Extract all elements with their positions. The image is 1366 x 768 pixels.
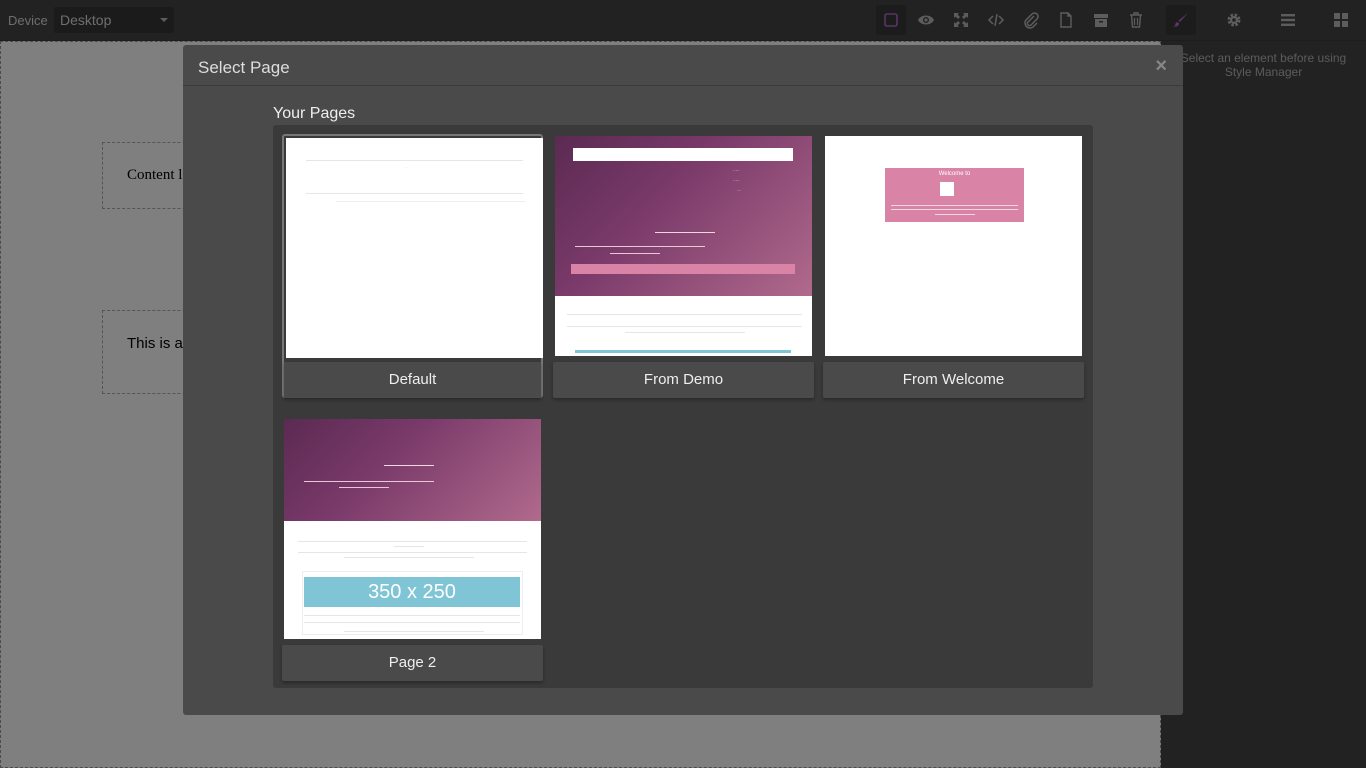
- page-card-default[interactable]: · Default: [282, 134, 543, 398]
- select-page-modal: Select Page × Your Pages · Default ·····…: [183, 45, 1183, 715]
- modal-header: Select Page ×: [183, 45, 1183, 86]
- page-card-label: Default: [284, 362, 541, 398]
- placeholder-image: 350 x 250: [304, 577, 520, 607]
- pages-grid: · Default ····· ····· ··· From Demo Welc…: [273, 125, 1093, 688]
- page-thumbnail: ·: [286, 138, 543, 358]
- close-icon[interactable]: ×: [1155, 55, 1167, 78]
- page-card-from-demo[interactable]: ····· ····· ··· From Demo: [553, 134, 814, 398]
- page-card-label: From Welcome: [823, 362, 1084, 398]
- page-card-label: Page 2: [282, 645, 543, 681]
- page-card-label: From Demo: [553, 362, 814, 398]
- welcome-thumb-title: Welcome to: [938, 171, 971, 177]
- page-thumbnail: Welcome to: [825, 136, 1082, 356]
- page-card-page-2[interactable]: 350 x 250 Page 2: [282, 417, 543, 681]
- page-thumbnail: ····· ····· ···: [555, 136, 812, 356]
- page-card-from-welcome[interactable]: Welcome to From Welcome: [823, 134, 1084, 398]
- page-thumbnail: 350 x 250: [284, 419, 541, 639]
- modal-title: Select Page: [198, 58, 290, 77]
- your-pages-title: Your Pages: [273, 105, 356, 122]
